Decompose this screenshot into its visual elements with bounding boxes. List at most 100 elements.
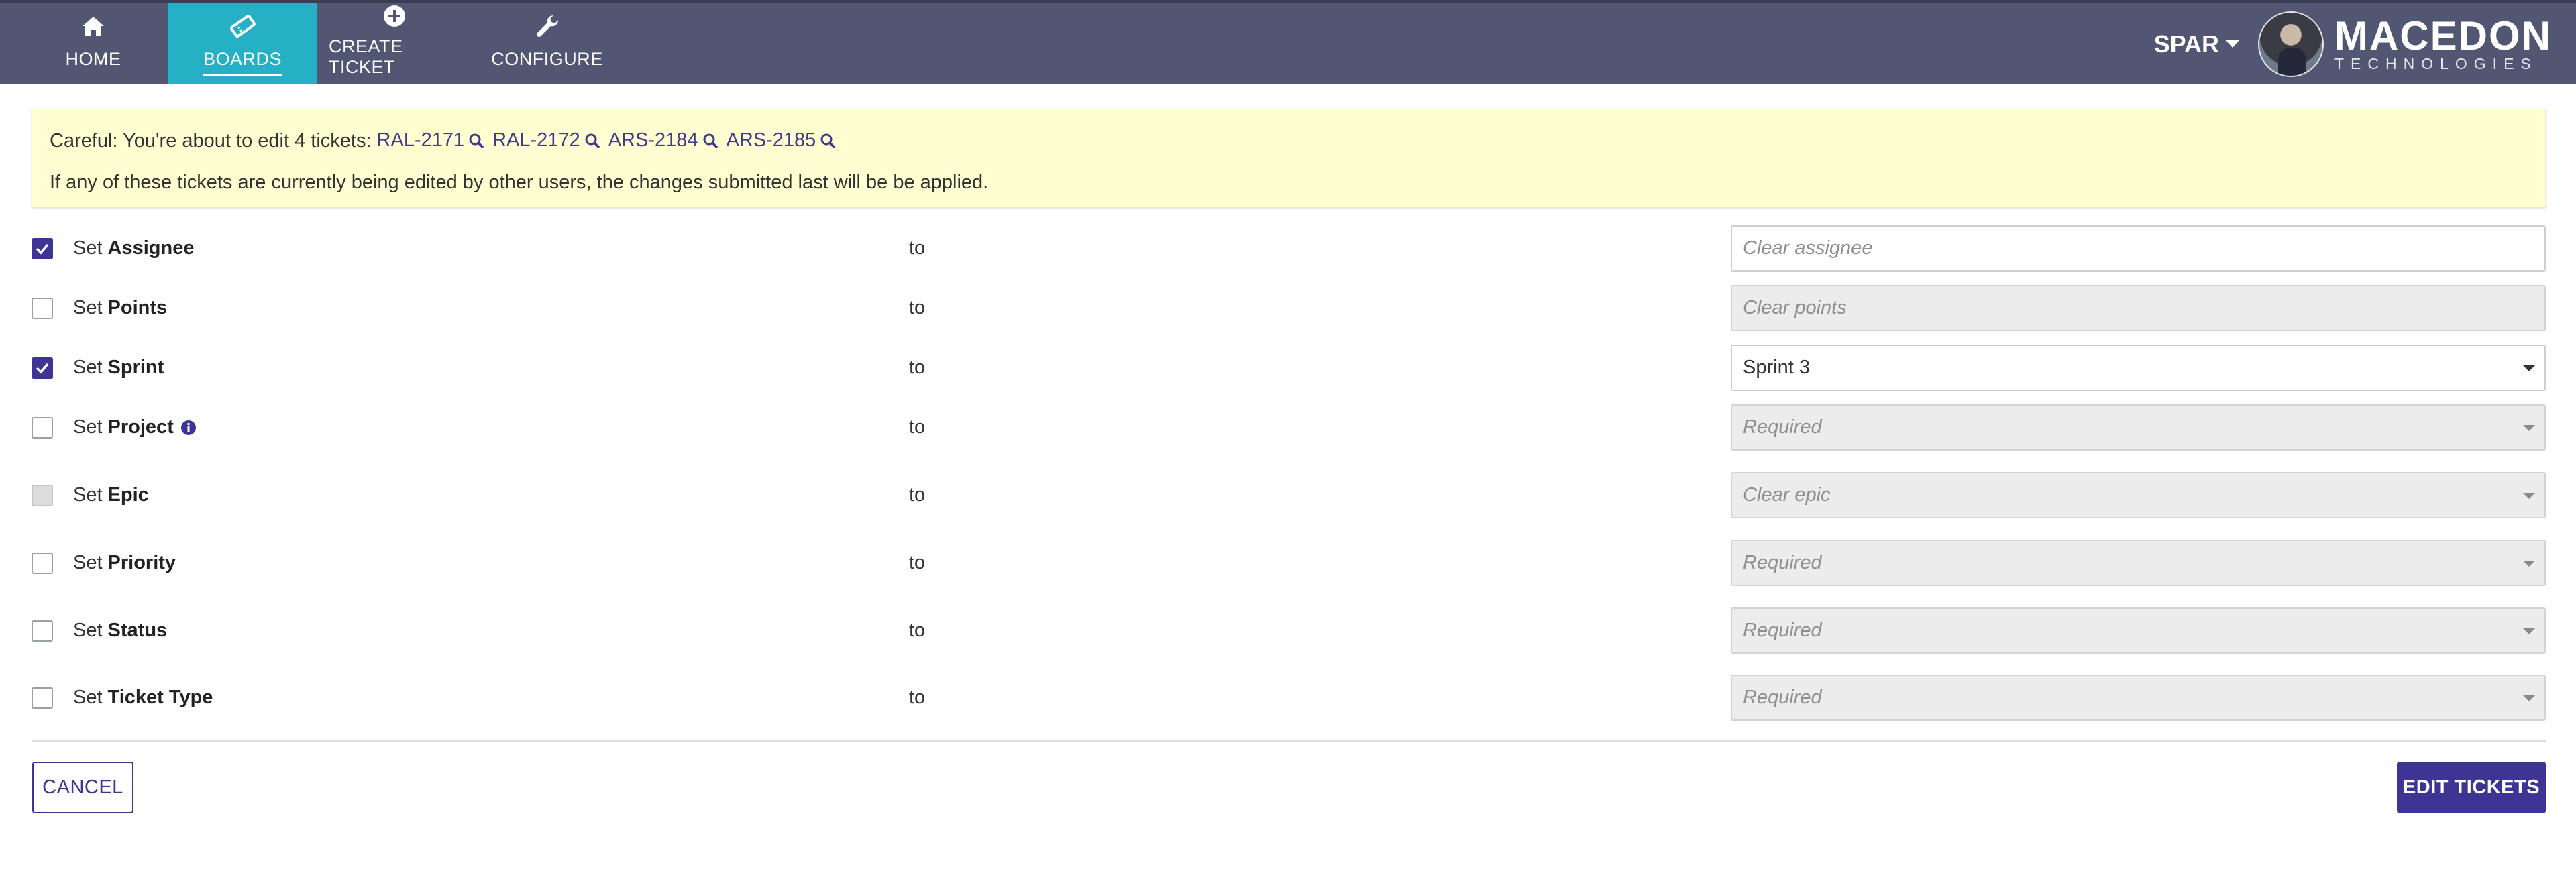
row-label: Set Project [73,416,197,439]
check-icon [36,243,49,255]
plus-circle-icon [383,3,406,28]
form-row-status: Set Status to Required [32,607,2546,654]
row-label: Set Status [73,620,167,642]
form-row-epic: Set Epic to Clear epic [32,472,2546,518]
edit-tickets-button[interactable]: EDIT TICKETS [2397,762,2546,813]
chevron-down-icon [2523,365,2535,371]
set-word: Set [73,484,103,506]
ticket-link[interactable]: ARS-2184 [608,129,718,152]
nav-home[interactable]: HOME [47,3,140,84]
checkbox-epic [32,484,53,506]
ticket-type-select: Required [1731,675,2546,721]
field-name: Priority [107,552,176,573]
set-word: Set [73,620,103,641]
chevron-down-icon [2523,493,2535,499]
checkbox-points[interactable] [32,297,53,319]
priority-placeholder: Required [1743,552,1822,573]
top-nav: HOME BOARDS CREATE TICKET CONFIGURE SPAR… [0,0,2576,84]
row-label: Set Points [73,297,167,319]
info-icon[interactable] [180,420,197,436]
checkbox-sprint[interactable] [32,357,53,379]
nav-boards[interactable]: BOARDS [168,3,317,84]
set-word: Set [73,687,103,708]
ticket-id: RAL-2172 [492,129,580,151]
to-word: to [909,416,926,438]
banner-ticket-line: Careful: You're about to edit 4 tickets:… [50,120,2528,162]
status-placeholder: Required [1743,620,1822,641]
to-word: to [909,687,926,708]
ticket-link[interactable]: ARS-2185 [726,129,837,152]
form-row-sprint: Set Sprint to Sprint 3 [32,345,2546,391]
logo-sub: TECHNOLOGIES [2334,54,2538,72]
status-select: Required [1731,607,2546,654]
field-name: Status [107,620,168,641]
field-name: Assignee [107,237,195,259]
ticket-link[interactable]: RAL-2171 [376,129,485,152]
cancel-button[interactable]: CANCEL [32,762,133,813]
home-icon [81,11,105,41]
assignee-input[interactable]: Clear assignee [1731,225,2546,272]
chevron-down-icon [2523,628,2535,634]
field-name: Epic [107,484,149,506]
search-icon [703,133,718,148]
field-name: Project [107,416,174,438]
org-switcher[interactable]: SPAR [2154,30,2239,58]
to-word: to [909,297,926,318]
ticket-link[interactable]: RAL-2172 [492,129,600,152]
wrench-icon [535,11,560,41]
form-row-ticket-type: Set Ticket Type to Required [32,675,2546,721]
chevron-down-icon [2523,561,2535,567]
chevron-down-icon [2523,695,2535,701]
nav-create-ticket[interactable]: CREATE TICKET [329,3,460,84]
form-row-points: Set Points to Clear points [32,285,2546,331]
field-name: Sprint [107,357,164,378]
sprint-select[interactable]: Sprint 3 [1731,345,2546,391]
search-icon [820,133,836,148]
set-word: Set [73,357,103,378]
checkbox-priority[interactable] [32,552,53,574]
checkbox-assignee[interactable] [32,237,53,259]
search-icon [469,133,484,148]
warning-banner: Careful: You're about to edit 4 tickets:… [32,109,2546,208]
nav-configure[interactable]: CONFIGURE [491,3,603,84]
points-placeholder: Clear points [1743,297,1847,318]
to-word: to [909,484,926,506]
check-icon [36,363,49,374]
chevron-down-icon [2226,40,2239,48]
nav-boards-label: BOARDS [203,49,282,76]
divider [32,740,2546,742]
ticket-type-placeholder: Required [1743,687,1822,708]
checkbox-ticket-type[interactable] [32,687,53,709]
banner-prefix: Careful: You're about to edit 4 tickets: [50,129,372,152]
row-label: Set Priority [73,552,176,574]
epic-placeholder: Clear epic [1743,484,1831,506]
assignee-placeholder: Clear assignee [1743,237,1873,259]
nav-configure-label: CONFIGURE [491,49,603,69]
nav-create-ticket-label: CREATE TICKET [329,36,403,77]
form-row-assignee: Set Assignee to Clear assignee [32,225,2546,272]
checkbox-project[interactable] [32,416,53,439]
avatar[interactable] [2258,11,2324,77]
field-name: Ticket Type [107,687,213,708]
org-name: SPAR [2153,30,2219,58]
to-word: to [909,237,926,259]
to-word: to [909,620,926,641]
set-word: Set [73,552,103,573]
row-label: Set Ticket Type [73,687,213,709]
set-word: Set [73,237,103,259]
ticket-id: ARS-2185 [726,129,816,151]
set-word: Set [73,416,103,438]
nav-right: SPAR MACEDON TECHNOLOGIES [2154,3,2576,84]
logo: MACEDON TECHNOLOGIES [2334,13,2552,72]
search-icon [585,133,600,148]
checkbox-status[interactable] [32,620,53,642]
chevron-down-icon [2523,425,2535,431]
form-row-project: Set Project to Required [32,404,2546,451]
project-select: Required [1731,404,2546,451]
ticket-icon [229,11,256,41]
row-label: Set Assignee [73,237,194,259]
logo-main: MACEDON [2334,13,2552,58]
field-name: Points [107,297,168,318]
nav-home-label: HOME [65,49,121,69]
form-row-priority: Set Priority to Required [32,540,2546,586]
